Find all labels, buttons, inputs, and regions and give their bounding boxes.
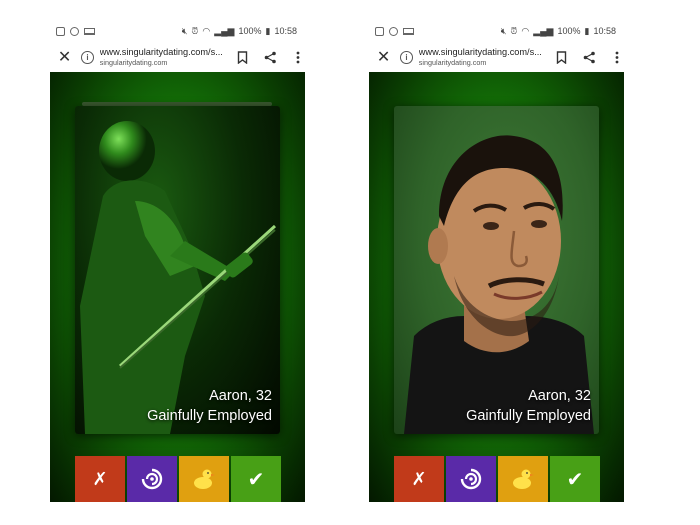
- cross-icon: ✗: [92, 468, 108, 489]
- profile-caption: Aaron, 32 Gainfully Employed: [466, 386, 591, 426]
- url-text: www.singularitydating.com/s...: [99, 47, 223, 57]
- close-tab-button[interactable]: ✕: [54, 47, 75, 67]
- clock: 10:58: [274, 26, 297, 36]
- share-icon[interactable]: [582, 50, 596, 64]
- overflow-menu-icon[interactable]: [610, 50, 624, 64]
- alarm-icon: ⏰︎: [510, 25, 518, 36]
- browser-toolbar: ✕ i www.singularitydating.com/s... singu…: [369, 42, 624, 72]
- wifi-icon: ◠: [521, 25, 530, 36]
- cross-icon: ✗: [411, 468, 427, 489]
- share-icon[interactable]: [263, 50, 277, 64]
- action-buttons: ✗ ✔: [75, 456, 281, 502]
- notification-icon: [389, 26, 398, 36]
- selfie-photo: [404, 135, 594, 434]
- profile-card[interactable]: Aaron, 32 Gainfully Employed: [75, 106, 280, 434]
- site-info-icon[interactable]: i: [400, 50, 413, 64]
- battery-level: 100%: [238, 26, 262, 36]
- action-buttons: ✗ ✔: [394, 456, 600, 502]
- site-info-icon[interactable]: i: [81, 50, 94, 64]
- superlike-button[interactable]: [446, 456, 496, 502]
- bookmark-icon[interactable]: [235, 50, 249, 64]
- reject-button[interactable]: ✗: [75, 456, 125, 502]
- wifi-icon: ◠: [202, 25, 211, 36]
- address-bar[interactable]: www.singularitydating.com/s... singulari…: [419, 47, 546, 67]
- domain-text: singularitydating.com: [418, 58, 487, 67]
- signal-icon: ▂▄▆: [214, 25, 235, 36]
- phone-screen-left: 🔇︎ ⏰︎ ◠ ▂▄▆ 100% ▮ 10:58 ✕ i www.singula…: [50, 20, 305, 502]
- profile-name-age: Aaron, 32: [528, 388, 591, 404]
- reject-button[interactable]: ✗: [394, 456, 444, 502]
- signal-icon: ▂▄▆: [533, 25, 554, 36]
- browser-toolbar: ✕ i www.singularitydating.com/s... singu…: [50, 42, 305, 72]
- clock: 10:58: [593, 26, 616, 36]
- battery-level: 100%: [557, 26, 581, 36]
- dating-app-view: Aaron, 32 Gainfully Employed ✗ ✔: [50, 72, 305, 502]
- accept-button[interactable]: ✔: [550, 456, 600, 502]
- superlike-button[interactable]: [127, 456, 177, 502]
- screenshot-icon: [375, 26, 384, 36]
- alarm-icon: ⏰︎: [191, 25, 199, 36]
- bookmark-icon[interactable]: [554, 50, 568, 64]
- rubber-duck-icon: [513, 469, 534, 489]
- duck-button[interactable]: [179, 456, 229, 502]
- url-text: www.singularitydating.com/s...: [418, 47, 542, 57]
- status-bar: 🔇︎ ⏰︎ ◠ ▂▄▆ 100% ▮ 10:58: [369, 20, 624, 42]
- phone-screen-right: 🔇︎ ⏰︎ ◠ ▂▄▆ 100% ▮ 10:58 ✕ i www.singula…: [369, 20, 624, 502]
- mute-icon: 🔇︎: [181, 25, 188, 36]
- laptop-icon: [84, 27, 95, 35]
- dating-app-view: Aaron, 32 Gainfully Employed ✗ ✔: [369, 72, 624, 502]
- rubber-duck-icon: [194, 469, 215, 489]
- battery-icon: ▮: [584, 25, 590, 36]
- duck-button[interactable]: [498, 456, 548, 502]
- close-tab-button[interactable]: ✕: [373, 47, 394, 67]
- accept-button[interactable]: ✔: [231, 456, 281, 502]
- swirl-icon: [141, 468, 163, 490]
- checkmark-icon: ✔: [566, 468, 584, 491]
- guitarist-photo: [80, 121, 277, 434]
- domain-text: singularitydating.com: [99, 58, 168, 67]
- laptop-icon: [403, 27, 414, 35]
- notification-icon: [70, 26, 79, 36]
- status-bar: 🔇︎ ⏰︎ ◠ ▂▄▆ 100% ▮ 10:58: [50, 20, 305, 42]
- battery-icon: ▮: [265, 25, 271, 36]
- swirl-icon: [460, 468, 482, 490]
- profile-card[interactable]: Aaron, 32 Gainfully Employed: [394, 106, 599, 434]
- mute-icon: 🔇︎: [500, 25, 507, 36]
- address-bar[interactable]: www.singularitydating.com/s... singulari…: [100, 47, 227, 67]
- profile-caption: Aaron, 32 Gainfully Employed: [147, 386, 272, 426]
- screenshot-icon: [56, 26, 65, 36]
- profile-tagline: Gainfully Employed: [147, 408, 272, 424]
- overflow-menu-icon[interactable]: [291, 50, 305, 64]
- profile-tagline: Gainfully Employed: [466, 408, 591, 424]
- checkmark-icon: ✔: [247, 468, 265, 491]
- profile-name-age: Aaron, 32: [209, 388, 272, 404]
